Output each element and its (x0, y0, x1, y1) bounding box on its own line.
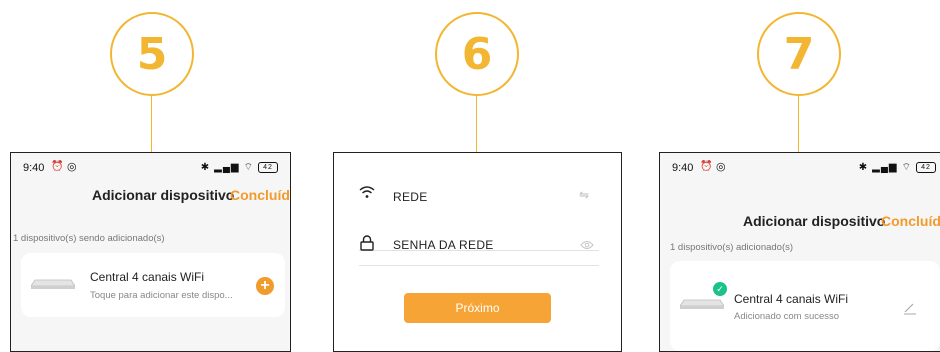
device-image (31, 279, 75, 289)
wifi-icon: ⌔ (901, 162, 912, 173)
device-name: Central 4 canais WiFi (734, 292, 849, 306)
status-time: 9:40 (23, 162, 45, 174)
device-name: Central 4 canais WiFi (90, 270, 205, 284)
whatsapp-icon: ◎ (716, 161, 726, 173)
device-card[interactable]: Central 4 canais WiFi Toque para adicion… (21, 253, 285, 317)
battery-icon: 42 (258, 161, 278, 173)
edit-icon[interactable] (903, 301, 917, 320)
section-label: 1 dispositivo(s) adicionado(s) (670, 242, 794, 253)
signal-icon: ▂▄▆ (214, 162, 240, 173)
step-5-badge: 5 (110, 12, 194, 96)
device-status: Toque para adicionar este dispo... (90, 290, 233, 301)
bluetooth-icon: ✱ (858, 162, 869, 173)
step-7-badge: 7 (757, 12, 841, 96)
alarm-icon: ⏰ (51, 161, 64, 172)
page-title: Adicionar dispositivo (92, 187, 235, 203)
swap-icon[interactable]: ⇋ (579, 188, 589, 202)
wifi-icon: ⌔ (243, 162, 254, 173)
device-status: Adicionado com sucesso (734, 311, 840, 322)
eye-icon[interactable] (580, 237, 594, 255)
check-icon: ✓ (712, 281, 728, 297)
plus-icon[interactable]: + (256, 277, 274, 295)
network-label: REDE (393, 190, 428, 204)
step-6-badge: 6 (435, 12, 519, 96)
phone-screen-5: 9:40 ⏰ ◎ ✱ ▂▄▆ ⌔ 42 Adicionar dispositivo C… (10, 152, 291, 352)
phone-screen-7: 9:40 ⏰ ◎ ✱ ▂▄▆ ⌔ 42 Adicionar dispositivo C… (659, 152, 940, 352)
device-card[interactable]: ✓ Central 4 canais WiFi Adicionado com s… (670, 261, 940, 351)
section-label: 1 dispositivo(s) sendo adicionado(s) (13, 233, 165, 244)
done-button[interactable]: Concluído (881, 213, 940, 229)
divider (359, 265, 599, 266)
alarm-icon: ⏰ (700, 161, 713, 172)
status-time: 9:40 (672, 162, 694, 174)
status-bar: 9:40 ⏰ ◎ ✱ ▂▄▆ ⌔ 42 (11, 153, 290, 179)
phone-screen-6: REDE ⇋ SENHA DA REDE Próximo (333, 152, 622, 352)
device-image (680, 299, 724, 309)
whatsapp-icon: ◎ (67, 161, 77, 173)
page-title: Adicionar dispositivo (743, 213, 886, 229)
done-button[interactable]: Concluído (230, 187, 290, 203)
battery-icon: 42 (916, 161, 936, 173)
signal-icon: ▂▄▆ (872, 162, 898, 173)
wifi-icon (359, 185, 375, 204)
bluetooth-icon: ✱ (200, 162, 211, 173)
password-label: SENHA DA REDE (393, 238, 494, 252)
status-bar: 9:40 ⏰ ◎ ✱ ▂▄▆ ⌔ 42 (660, 153, 940, 179)
next-button[interactable]: Próximo (404, 293, 551, 323)
lock-icon (360, 235, 374, 256)
